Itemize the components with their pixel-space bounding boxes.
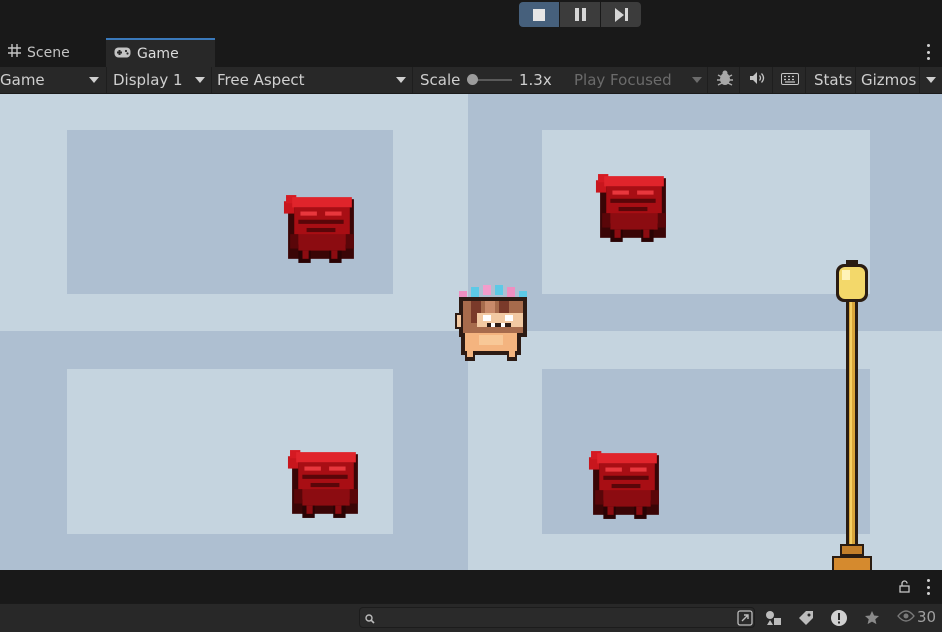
panel-menu-icon[interactable] [926,579,930,595]
display-dropdown[interactable]: Display 1 [109,67,212,93]
aspect-dropdown[interactable]: Free Aspect [213,67,413,93]
debug-button[interactable] [710,67,740,93]
console-search-field[interactable] [359,607,755,628]
lock-icon[interactable] [899,580,910,597]
bug-icon [716,69,734,91]
room-floor [542,130,870,294]
display-label: Display 1 [113,71,183,89]
grid-icon [8,44,21,61]
eye-icon[interactable] [897,610,915,626]
tab-scene[interactable]: Scene [0,38,104,67]
stop-button[interactable] [519,2,559,27]
chevron-down-icon [396,77,406,83]
pause-button[interactable] [560,2,600,27]
enemy-sprite [283,195,354,263]
gizmos-label: Gizmos [861,71,917,89]
chevron-down-icon [89,77,99,83]
step-icon [614,7,628,22]
play-mode-label: Play Focused [574,71,672,89]
step-button[interactable] [601,2,641,27]
search-icon [365,612,375,628]
stop-icon [533,8,545,21]
shortcuts-button[interactable] [774,67,806,93]
enemy-sprite [588,451,659,519]
tab-scene-label: Scene [27,44,70,61]
chevron-down-icon [692,77,702,83]
tab-game[interactable]: Game [106,38,215,67]
chevron-down-icon [926,77,936,83]
view-mode-label: Game [0,71,45,89]
enemy-sprite [595,174,666,242]
search-input[interactable] [360,608,754,627]
pause-icon [574,8,586,21]
game-viewport[interactable] [0,94,942,570]
stats-label: Stats [814,71,853,89]
panel-bar [0,570,942,603]
favorite-star-icon[interactable] [862,608,882,628]
tab-game-label: Game [137,45,179,62]
aspect-label: Free Aspect [217,71,305,89]
keyboard-icon [780,71,799,89]
stats-button[interactable]: Stats [808,67,856,93]
status-bar: 30 [0,603,942,632]
shapes-filter-icon[interactable] [764,608,784,628]
visible-count: 30 [917,608,937,626]
scale-value: 1.3x [519,71,552,89]
tab-menu-icon[interactable] [926,44,930,60]
chevron-down-icon [195,77,205,83]
gizmos-dropdown[interactable] [920,67,942,93]
speaker-icon [749,71,765,89]
enemy-sprite [287,450,358,518]
play-mode-dropdown[interactable]: Play Focused [570,67,708,93]
gamepad-icon [114,46,131,62]
game-view-toolbar: Game Display 1 Free Aspect Scale 1.3x Pl… [0,67,942,94]
player-sprite [455,285,527,361]
play-controls-bar [0,0,942,38]
scale-label: Scale [420,71,461,89]
scale-slider-handle[interactable] [467,74,478,85]
mute-audio-button[interactable] [741,67,773,93]
open-window-icon[interactable] [735,608,755,628]
warning-icon[interactable] [829,608,849,628]
view-mode-dropdown[interactable]: Game [0,67,107,93]
window-tab-bar: Scene Game [0,38,942,67]
gizmos-button[interactable]: Gizmos [857,67,920,93]
tag-icon[interactable] [796,608,816,628]
lamp-post-sprite [832,260,872,570]
